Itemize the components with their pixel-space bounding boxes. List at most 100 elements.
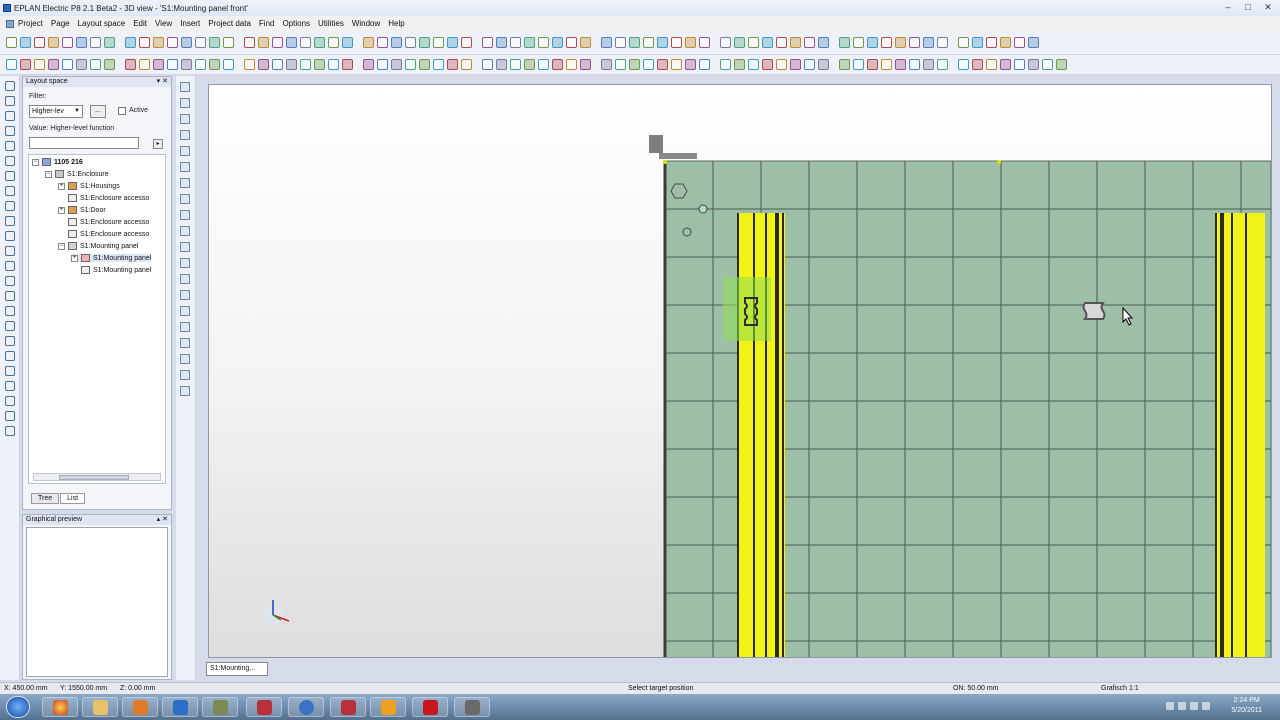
tool-icon[interactable] (5, 306, 15, 316)
tray-icon[interactable] (1166, 702, 1174, 710)
tool-icon[interactable] (5, 111, 15, 121)
toolbar-button-icon[interactable] (181, 59, 192, 70)
tool-icon[interactable] (5, 156, 15, 166)
toolbar-button-icon[interactable] (734, 37, 745, 48)
toolbar-button-icon[interactable] (258, 37, 269, 48)
tool-icon[interactable] (5, 351, 15, 361)
toolbar-button-icon[interactable] (510, 59, 521, 70)
toolbar-button-icon[interactable] (314, 37, 325, 48)
taskbar-eplan-2[interactable] (330, 697, 366, 717)
toolbar-button-icon[interactable] (1014, 37, 1025, 48)
toolbar-button-icon[interactable] (363, 37, 374, 48)
toolbar-button-icon[interactable] (314, 59, 325, 70)
tree-node-door[interactable]: + S1:Door (58, 206, 106, 214)
toolbar-button-icon[interactable] (629, 59, 640, 70)
toolbar-button-icon[interactable] (1042, 59, 1053, 70)
expand-icon[interactable]: + (58, 182, 65, 190)
toolbar-button-icon[interactable] (1000, 37, 1011, 48)
panel-pin-close-icons[interactable]: ▾ ✕ (157, 77, 168, 87)
collapse-icon[interactable]: − (45, 170, 52, 178)
toolbar-button-icon[interactable] (538, 37, 549, 48)
tree-horizontal-scrollbar[interactable] (33, 473, 161, 481)
toolbar-button-icon[interactable] (853, 59, 864, 70)
toolbar-button-icon[interactable] (48, 59, 59, 70)
menu-help[interactable]: Help (388, 19, 404, 28)
tool-icon[interactable] (5, 396, 15, 406)
toolbar-button-icon[interactable] (286, 37, 297, 48)
toolbar-button-icon[interactable] (629, 37, 640, 48)
collapse-icon[interactable]: − (32, 158, 39, 166)
toolbar-button-icon[interactable] (1028, 59, 1039, 70)
toolbar-button-icon[interactable] (405, 37, 416, 48)
toolbar-button-icon[interactable] (720, 59, 731, 70)
toolbar-button-icon[interactable] (720, 37, 731, 48)
toolbar-button-icon[interactable] (104, 59, 115, 70)
tool-icon[interactable] (180, 354, 190, 364)
taskbar-explorer[interactable] (82, 697, 118, 717)
toolbar-button-icon[interactable] (482, 37, 493, 48)
toolbar-button-icon[interactable] (104, 37, 115, 48)
expand-icon[interactable]: + (71, 254, 78, 262)
toolbar-button-icon[interactable] (818, 37, 829, 48)
taskbar-media[interactable] (122, 697, 158, 717)
menu-utilities[interactable]: Utilities (318, 19, 344, 28)
toolbar-button-icon[interactable] (1014, 59, 1025, 70)
toolbar-button-icon[interactable] (209, 59, 220, 70)
toolbar-button-icon[interactable] (482, 59, 493, 70)
tree-node-housings[interactable]: + S1:Housings (58, 182, 120, 190)
tool-icon[interactable] (5, 216, 15, 226)
taskbar-app11[interactable] (454, 697, 490, 717)
toolbar-button-icon[interactable] (643, 59, 654, 70)
toolbar-button-icon[interactable] (90, 37, 101, 48)
toolbar-button-icon[interactable] (685, 37, 696, 48)
toolbar-button-icon[interactable] (363, 59, 374, 70)
tool-icon[interactable] (180, 242, 190, 252)
tab-tree[interactable]: Tree (31, 493, 60, 504)
taskbar-eplan-1[interactable] (246, 697, 282, 717)
toolbar-button-icon[interactable] (433, 59, 444, 70)
tool-icon[interactable] (5, 96, 15, 106)
toolbar-button-icon[interactable] (671, 59, 682, 70)
toolbar-button-icon[interactable] (48, 37, 59, 48)
menu-project-data[interactable]: Project data (208, 19, 251, 28)
tree-node-enclosure[interactable]: − S1:Enclosure (45, 170, 109, 178)
menu-insert[interactable]: Insert (180, 19, 200, 28)
toolbar-button-icon[interactable] (524, 59, 535, 70)
toolbar-button-icon[interactable] (790, 37, 801, 48)
toolbar-button-icon[interactable] (328, 59, 339, 70)
toolbar-button-icon[interactable] (258, 59, 269, 70)
toolbar-button-icon[interactable] (223, 59, 234, 70)
toolbar-button-icon[interactable] (244, 59, 255, 70)
toolbar-button-icon[interactable] (377, 59, 388, 70)
tool-icon[interactable] (180, 306, 190, 316)
toolbar-button-icon[interactable] (419, 37, 430, 48)
toolbar-button-icon[interactable] (167, 59, 178, 70)
toolbar-button-icon[interactable] (139, 59, 150, 70)
tool-icon[interactable] (180, 114, 190, 124)
toolbar-button-icon[interactable] (181, 37, 192, 48)
toolbar-button-icon[interactable] (125, 37, 136, 48)
toolbar-button-icon[interactable] (433, 37, 444, 48)
toolbar-button-icon[interactable] (447, 59, 458, 70)
tool-icon[interactable] (180, 82, 190, 92)
tool-icon[interactable] (180, 194, 190, 204)
tool-icon[interactable] (180, 258, 190, 268)
toolbar-button-icon[interactable] (748, 59, 759, 70)
taskbar-browser[interactable] (42, 697, 78, 717)
toolbar-button-icon[interactable] (34, 37, 45, 48)
toolbar-button-icon[interactable] (839, 59, 850, 70)
toolbar-button-icon[interactable] (153, 59, 164, 70)
3d-scene[interactable] (209, 85, 1272, 658)
tool-icon[interactable] (180, 98, 190, 108)
tool-icon[interactable] (5, 426, 15, 436)
toolbar-button-icon[interactable] (552, 37, 563, 48)
tool-icon[interactable] (180, 146, 190, 156)
menu-window[interactable]: Window (352, 19, 380, 28)
menu-page[interactable]: Page (51, 19, 70, 28)
toolbar-button-icon[interactable] (167, 37, 178, 48)
toolbar-button-icon[interactable] (923, 59, 934, 70)
toolbar-button-icon[interactable] (958, 59, 969, 70)
active-checkbox[interactable] (118, 107, 126, 115)
toolbar-button-icon[interactable] (986, 37, 997, 48)
toolbar-button-icon[interactable] (272, 37, 283, 48)
